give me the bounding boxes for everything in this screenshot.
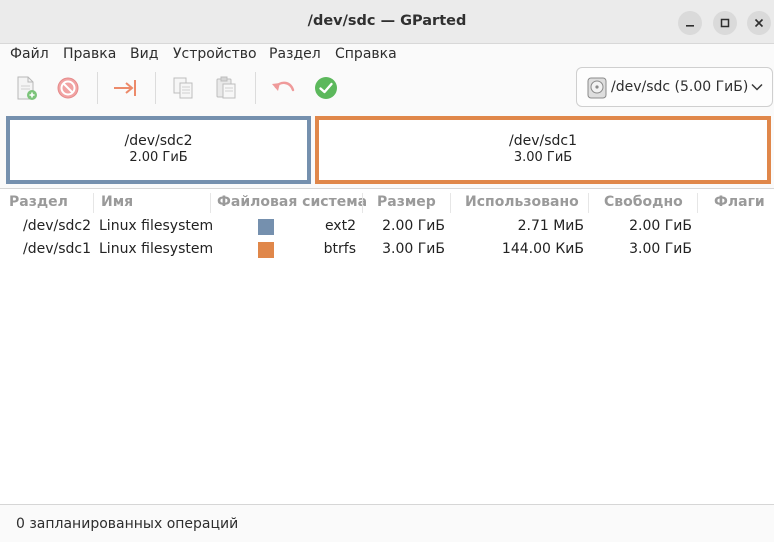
chevron-down-icon [751, 83, 763, 91]
menu-view[interactable]: Вид [130, 46, 158, 62]
new-partition-icon [17, 76, 37, 100]
column-header-filesystem[interactable]: Файловая система [217, 194, 367, 210]
partition-block-name: /dev/sdc1 [508, 133, 577, 149]
maximize-icon [720, 18, 730, 28]
cell-used: 2.71 МиБ [517, 218, 584, 234]
column-separator [93, 193, 94, 213]
minimize-icon [686, 25, 694, 27]
menu-partition[interactable]: Раздел [269, 46, 321, 62]
delete-partition-button[interactable] [54, 74, 82, 102]
toolbar-separator [97, 72, 98, 104]
cell-used: 144.00 КиБ [501, 241, 584, 257]
column-separator [450, 193, 451, 213]
partition-block-sdc1[interactable]: /dev/sdc1 3.00 ГиБ [315, 116, 771, 184]
cell-filesystem: btrfs [323, 241, 356, 257]
cell-partition: /dev/sdc2 [23, 218, 92, 234]
status-bar: 0 запланированных операций [0, 504, 774, 542]
menu-edit[interactable]: Правка [63, 46, 116, 62]
column-separator [588, 193, 589, 213]
undo-button[interactable] [269, 74, 297, 102]
partition-block-size: 3.00 ГиБ [513, 150, 573, 165]
delete-partition-icon [57, 77, 79, 99]
menu-file[interactable]: Файл [10, 46, 49, 62]
table-row[interactable]: /dev/sdc2 Linux filesystem ext2 2.00 ГиБ… [0, 216, 774, 239]
toolbar-separator [155, 72, 156, 104]
toolbar-separator [255, 72, 256, 104]
partition-block-sdc2[interactable]: /dev/sdc2 2.00 ГиБ [6, 116, 311, 184]
menu-help[interactable]: Справка [335, 46, 397, 62]
device-selector-label: /dev/sdc (5.00 ГиБ) [611, 79, 749, 95]
apply-icon [315, 77, 337, 99]
title-bar: /dev/sdc — GParted [0, 0, 774, 44]
column-separator [697, 193, 698, 213]
copy-button[interactable] [169, 74, 197, 102]
cell-size: 3.00 ГиБ [382, 241, 445, 257]
pending-operations-status: 0 запланированных операций [16, 516, 239, 532]
cell-size: 2.00 ГиБ [382, 218, 445, 234]
column-header-name[interactable]: Имя [101, 194, 133, 210]
cell-name: Linux filesystem [99, 218, 214, 234]
column-header-used[interactable]: Использовано [465, 194, 579, 210]
partition-graph: /dev/sdc2 2.00 ГиБ /dev/sdc1 3.00 ГиБ [0, 110, 774, 188]
close-icon [754, 18, 764, 28]
resize-move-icon [114, 80, 136, 96]
copy-icon [173, 77, 193, 99]
window-title: /dev/sdc — GParted [307, 13, 467, 29]
filesystem-color-swatch [258, 219, 274, 235]
minimize-button[interactable] [678, 11, 702, 35]
cell-filesystem: ext2 [324, 218, 356, 234]
cell-partition: /dev/sdc1 [23, 241, 92, 257]
table-row[interactable]: /dev/sdc1 Linux filesystem btrfs 3.00 Ги… [0, 239, 774, 262]
partition-table: Раздел Имя Файловая система Размер Испол… [0, 188, 774, 504]
maximize-button[interactable] [713, 11, 737, 35]
table-header: Раздел Имя Файловая система Размер Испол… [0, 189, 774, 215]
column-header-size[interactable]: Размер [377, 194, 436, 210]
partition-block-name: /dev/sdc2 [124, 133, 193, 149]
resize-move-button[interactable] [111, 74, 139, 102]
close-button[interactable] [747, 11, 771, 35]
cell-free: 3.00 ГиБ [629, 241, 692, 257]
new-partition-button[interactable] [12, 74, 40, 102]
column-header-flags[interactable]: Флаги [714, 194, 765, 210]
column-separator [210, 193, 211, 213]
menu-device[interactable]: Устройство [173, 46, 257, 62]
cell-free: 2.00 ГиБ [629, 218, 692, 234]
filesystem-color-swatch [258, 242, 274, 258]
device-selector[interactable]: /dev/sdc (5.00 ГиБ) [576, 67, 773, 107]
paste-button[interactable] [212, 74, 240, 102]
apply-button[interactable] [312, 74, 340, 102]
paste-icon [216, 76, 236, 99]
hard-disk-icon [587, 77, 607, 99]
undo-icon [272, 81, 295, 92]
column-separator [362, 193, 363, 213]
menu-bar: Файл Правка Вид Устройство Раздел Справк… [0, 44, 774, 66]
column-header-partition[interactable]: Раздел [9, 194, 68, 210]
partition-block-size: 2.00 ГиБ [129, 150, 188, 165]
column-header-free[interactable]: Свободно [604, 194, 683, 210]
cell-name: Linux filesystem [99, 241, 214, 257]
